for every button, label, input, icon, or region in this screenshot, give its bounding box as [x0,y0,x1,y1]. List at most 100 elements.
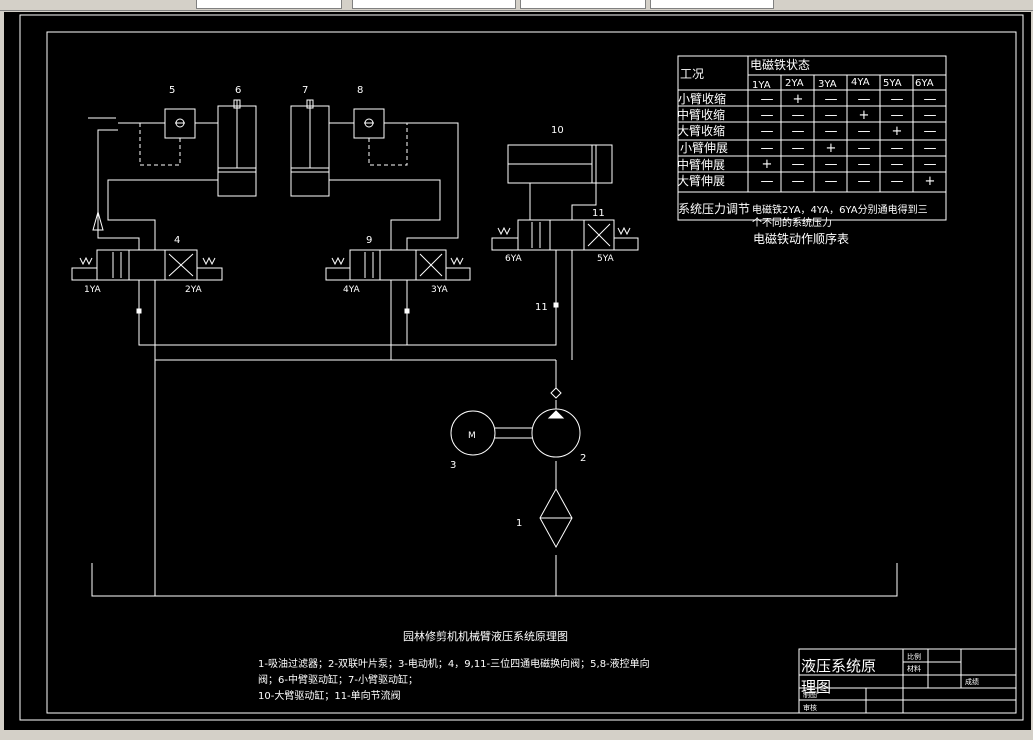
table-cell: — [825,108,838,123]
table-cell: — [761,92,774,107]
table-cell: — [891,108,904,123]
solenoid-2ya: 2YA [185,285,203,295]
valve-9-symbol [379,249,417,281]
valve-11-symbol [549,219,585,251]
table-cell: + [892,124,903,139]
table-cell: + [762,157,773,172]
label-1: 1 [516,518,522,529]
table-col-4ya: 4YA [851,77,870,88]
table-corner: 工况 [680,67,704,81]
title-block-material: 材料 [907,664,921,673]
inner-frame [46,31,1017,714]
schematic-svg: 5 6 7 8 10 11 4 9 11 2 3 1 M 1YA 2YA 4YA… [19,14,1024,721]
table-row-label: 大臂收缩 [677,123,725,138]
table-group-header: 电磁铁状态 [750,57,810,72]
check-valve-symbol [550,387,562,399]
table-cell: — [761,141,774,156]
table-caption: 电磁铁动作顺序表 [753,231,849,246]
title-block-name-1: 液压系统原 [801,657,876,675]
table-col-5ya: 5YA [883,78,902,89]
outer-frame [19,14,1024,721]
label-6: 6 [235,85,241,96]
solenoid-3ya: 3YA [431,285,449,295]
table-footer-note-2: 个不同的系统压力 [752,216,832,229]
toolbar-field-1[interactable] [196,0,342,9]
table-cell: — [891,141,904,156]
solenoid-1ya: 1YA [84,285,102,295]
table-cell: — [891,92,904,107]
table-cell: — [761,108,774,123]
table-cell: — [792,124,805,139]
table-cell: — [792,108,805,123]
table-cell: — [858,157,871,172]
legend-line-2: 阀；6-中臂驱动缸；7-小臂驱动缸； [258,673,418,686]
label-4: 4 [174,235,180,246]
label-9: 9 [366,235,372,246]
table-cell: — [891,174,904,189]
table-cell: — [924,141,937,156]
table-row-label: 小臂收缩 [678,91,726,106]
label-5: 5 [169,85,175,96]
table-cell: — [891,157,904,172]
label-7: 7 [302,85,308,96]
toolbar-field-4[interactable] [650,0,774,9]
toolbar-field-2[interactable] [352,0,516,9]
table-cell: — [825,157,838,172]
legend-line-1: 1-吸油过滤器；2-双联叶片泵；3-电动机；4，9,11-三位四通电磁换向阀；5… [258,657,650,670]
valve-4-symbol [128,249,166,281]
table-cell: — [792,157,805,172]
title-block-scale: 比例 [907,652,921,661]
table-cell: + [793,92,804,107]
table-cell: — [924,157,937,172]
title-block-check: 审核 [803,703,817,712]
motor-label: M [468,431,476,441]
table-cell: — [761,174,774,189]
toolbar [0,0,1033,11]
table-cell: — [924,124,937,139]
table-footer-note-1: 电磁铁2YA，4YA，6YA分别通电得到三 [752,203,928,216]
table-cell: — [858,174,871,189]
label-2: 2 [580,453,586,464]
title-block-draw: 制图 [803,690,817,699]
table-cell: + [859,108,870,123]
solenoid-table [677,55,947,221]
table-row-label: 大臂伸展 [677,174,725,188]
label-10: 10 [551,125,564,136]
table-cell: — [792,141,805,156]
table-cell: — [858,124,871,139]
table-cell: — [792,174,805,189]
tank-line [91,563,898,597]
solenoid-4ya: 4YA [343,285,361,295]
table-cell: — [761,124,774,139]
return-line [154,359,556,596]
table-cell: — [825,92,838,107]
table-cell: — [924,108,937,123]
table-cell: + [925,174,936,189]
label-11-throttle: 11 [535,302,548,313]
title-block-grade: 成绩 [965,677,979,686]
solenoid-6ya: 6YA [505,254,523,264]
table-row-label: 小臂伸展 [680,141,728,155]
label-3: 3 [450,460,456,471]
solenoid-5ya: 5YA [597,254,615,264]
table-col-2ya: 2YA [785,78,804,89]
toolbar-field-3[interactable] [520,0,646,9]
label-8: 8 [357,85,363,96]
drawing-canvas[interactable]: 5 6 7 8 10 11 4 9 11 2 3 1 M 1YA 2YA 4YA… [4,12,1031,736]
table-cell: — [924,92,937,107]
table-col-1ya: 1YA [752,80,771,91]
table-row-label: 中臂收缩 [677,107,725,122]
table-cell: — [858,141,871,156]
table-cell: — [858,92,871,107]
table-col-6ya: 6YA [915,78,934,89]
table-cell: + [826,141,837,156]
table-cell: — [825,174,838,189]
table-cell: — [825,124,838,139]
status-strip [0,730,1033,738]
label-11-valve: 11 [592,208,605,219]
diagram-title: 园林修剪机机械臂液压系统原理图 [403,629,568,643]
table-col-3ya: 3YA [818,79,837,90]
table-row-label: 中臂伸展 [677,157,725,172]
legend-line-3: 10-大臂驱动缸；11-单向节流阀 [258,689,401,702]
table-footer-label: 系统压力调节 [678,202,750,216]
